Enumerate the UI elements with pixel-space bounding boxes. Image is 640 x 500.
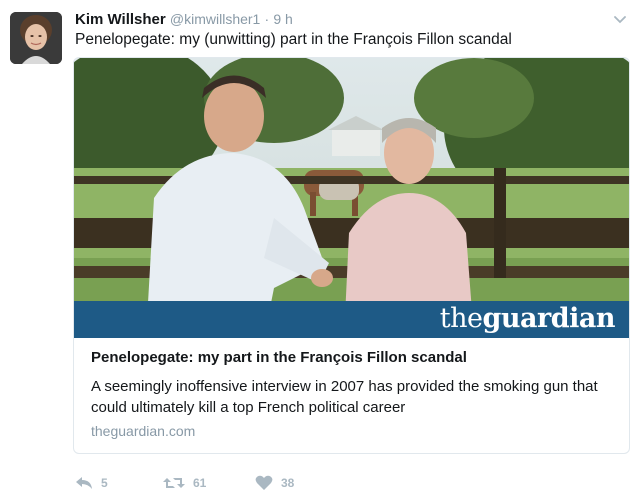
card-title[interactable]: Penelopegate: my part in the François Fi…	[91, 349, 467, 366]
retweet-button[interactable]: 61	[163, 472, 206, 494]
separator-dot: ·	[264, 11, 270, 27]
like-count: 38	[281, 476, 295, 490]
guardian-logo: theguardian	[439, 303, 616, 334]
tweet-header: Kim Willsher @kimwillsher1 · 9 h	[75, 9, 293, 30]
heart-icon	[255, 475, 273, 491]
card-description: A seemingly inoffensive interview in 200…	[91, 378, 598, 416]
timestamp[interactable]: 9 h	[273, 11, 292, 27]
card-domain: theguardian.com	[91, 423, 196, 439]
reply-count: 5	[101, 476, 108, 490]
author-handle[interactable]: @kimwillsher1	[170, 11, 260, 27]
tweet-text: Penelopegate: my (unwitting) part in the…	[75, 31, 512, 48]
retweet-icon	[163, 475, 185, 491]
chevron-down-icon[interactable]	[614, 12, 626, 24]
avatar[interactable]	[10, 12, 62, 64]
retweet-count: 61	[193, 476, 207, 490]
reply-icon	[75, 475, 93, 491]
tweet: Kim Willsher @kimwillsher1 · 9 h Penelop…	[0, 0, 640, 500]
reply-button[interactable]: 5	[75, 472, 108, 494]
author-name[interactable]: Kim Willsher	[75, 11, 166, 28]
card-image[interactable]	[74, 58, 629, 338]
like-button[interactable]: 38	[255, 472, 294, 494]
link-card[interactable]: theguardian Penelopegate: my part in the…	[73, 57, 630, 454]
